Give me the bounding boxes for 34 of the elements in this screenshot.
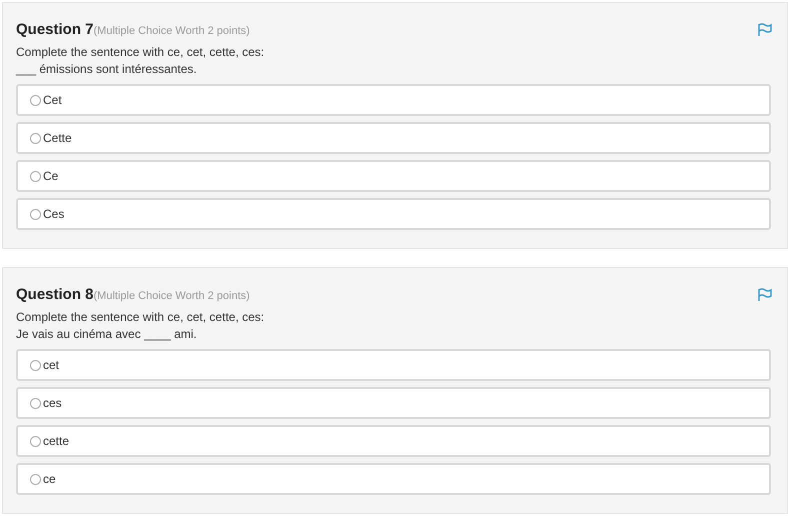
option-label: Cette (43, 131, 72, 145)
answer-option[interactable]: Cette (16, 122, 771, 154)
question-title: Question 7 (16, 21, 94, 38)
question-text: Complete the sentence with ce, cet, cette, ces: (16, 44, 266, 61)
question-text: ___ émissions sont intéressantes. (16, 61, 198, 78)
flag-icon[interactable] (757, 288, 772, 302)
radio-button[interactable] (30, 94, 41, 106)
answer-option[interactable]: cet (16, 349, 771, 381)
radio-button[interactable] (30, 474, 41, 484)
flag-icon[interactable] (757, 22, 772, 36)
answer-option[interactable]: ce (16, 463, 771, 495)
question-text: Complete the sentence with ce, cet, cette, ces: (16, 309, 266, 326)
radio-button[interactable] (30, 436, 41, 446)
radio-button[interactable] (30, 360, 41, 370)
question-meta: (Multiple Choice Worth 2 points) (94, 25, 250, 37)
radio-button[interactable] (30, 208, 41, 220)
answer-option[interactable]: Ces (16, 198, 771, 230)
radio-button[interactable] (30, 170, 41, 182)
question-meta: (Multiple Choice Worth 2 points) (94, 290, 250, 302)
question-text: Je vais au cinéma avec ____ ami. (16, 326, 198, 343)
radio-button[interactable] (30, 398, 41, 408)
answer-option[interactable]: Cet (16, 84, 771, 116)
option-label: Ce (43, 169, 58, 183)
answer-option[interactable]: Ce (16, 160, 771, 192)
option-label: ces (43, 396, 62, 410)
option-label: Cet (43, 93, 62, 107)
option-label: cet (43, 358, 60, 372)
answer-option[interactable]: cette (16, 425, 771, 457)
option-label: cette (43, 434, 70, 448)
answer-option[interactable]: ces (16, 387, 771, 419)
radio-button[interactable] (30, 132, 41, 144)
question-title: Question 8 (16, 286, 94, 303)
option-label: Ces (43, 207, 64, 221)
option-label: ce (43, 472, 56, 486)
